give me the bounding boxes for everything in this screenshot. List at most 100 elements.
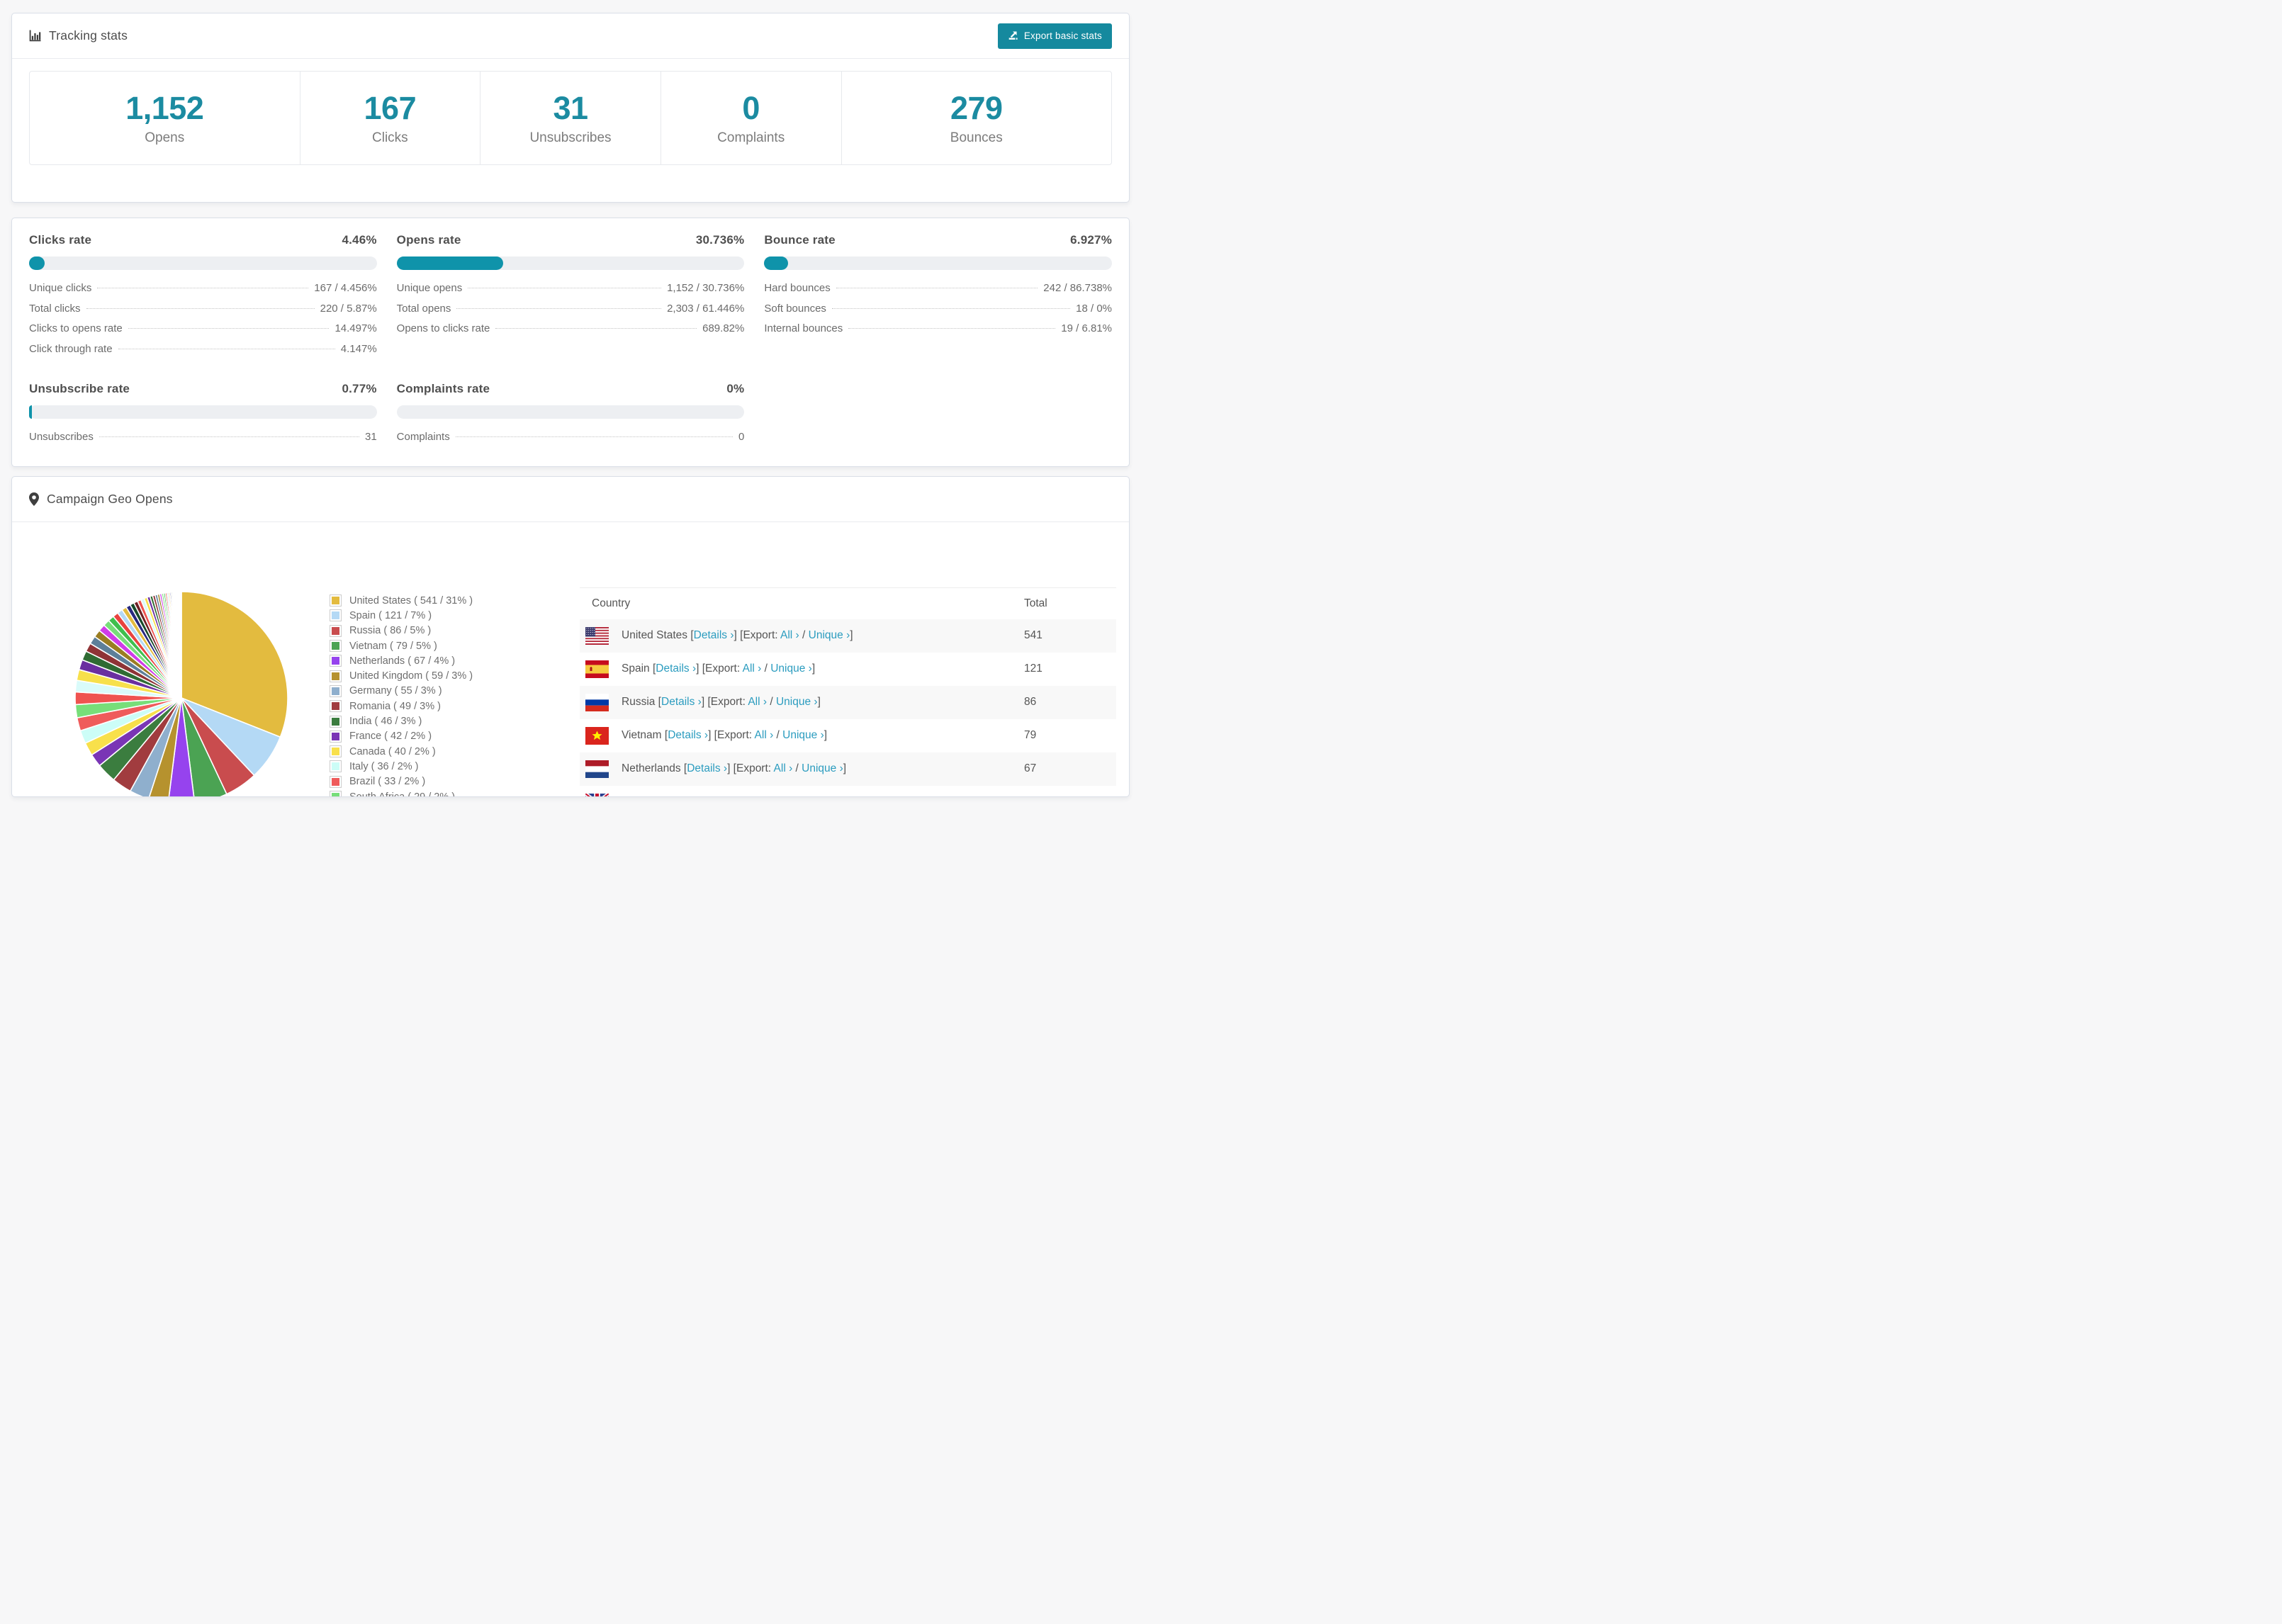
export-basic-stats-button[interactable]: Export basic stats — [997, 23, 1112, 49]
rate-section-opens-rate: Opens rate 30.736% Unique opens 1,152 / … — [396, 233, 745, 363]
legend-label: Spain ( 121 / 7% ) — [349, 609, 432, 621]
ru-flag-icon — [585, 693, 609, 711]
country-total: 79 — [1024, 729, 1037, 741]
export-all-link[interactable]: All › — [755, 729, 774, 741]
details-link[interactable]: Details › — [706, 796, 746, 797]
stat-value: 167 — [364, 90, 417, 126]
legend-label: Russia ( 86 / 5% ) — [349, 625, 432, 637]
geo-content: United States ( 541 / 31% ) Spain ( 121 … — [12, 522, 1129, 797]
geo-table-row-us: United States [Details ›] [Export: All ›… — [580, 619, 1116, 653]
dotted-leader — [495, 328, 697, 329]
country-total: 541 — [1024, 629, 1042, 641]
details-link[interactable]: Details › — [661, 696, 702, 708]
stat-label: Complaints — [717, 130, 785, 145]
legend-swatch — [330, 760, 342, 773]
rate-detail-row: Hard bounces 242 / 86.738% — [764, 282, 1112, 303]
stat-value: 1,152 — [125, 90, 204, 126]
legend-swatch — [330, 624, 342, 637]
rate-title: Bounce rate — [764, 233, 836, 247]
details-link[interactable]: Details › — [694, 629, 734, 641]
rate-detail-value: 1,152 / 30.736% — [667, 282, 745, 294]
geo-table-wrap: Country Total United States [Details ›] … — [580, 587, 1116, 797]
rate-detail-row: Unique clicks 167 / 4.456% — [29, 282, 377, 303]
export-unique-link[interactable]: Unique › — [821, 796, 862, 797]
rate-detail-label: Unique opens — [396, 282, 463, 294]
map-pin-icon — [29, 492, 39, 506]
rate-detail-value: 167 / 4.456% — [314, 282, 377, 294]
geo-table-row-es: Spain [Details ›] [Export: All › / Uniqu… — [580, 653, 1116, 686]
legend-label: Italy ( 36 / 2% ) — [349, 760, 419, 772]
export-unique-link[interactable]: Unique › — [776, 696, 818, 708]
stat-label: Bounces — [950, 130, 1003, 145]
legend-swatch — [330, 640, 342, 653]
rate-section-clicks-rate: Clicks rate 4.46% Unique clicks 167 / 4.… — [29, 233, 377, 363]
rate-value: 0.77% — [342, 382, 377, 395]
details-link[interactable]: Details › — [668, 729, 708, 741]
legend-swatch — [330, 791, 342, 796]
rate-progress-fill — [29, 405, 33, 419]
stats-summary-row: 1,152 Opens 167 Clicks 31 Unsubscribes 0… — [29, 71, 1112, 165]
rate-detail-row: Total clicks 220 / 5.87% — [29, 303, 377, 323]
rate-progress-bar — [396, 256, 745, 270]
rate-progress-fill — [396, 256, 504, 270]
rate-detail-value: 0 — [738, 431, 745, 443]
rate-detail-value: 31 — [364, 431, 377, 443]
export-unique-link[interactable]: Unique › — [770, 662, 812, 675]
legend-label: Vietnam ( 79 / 5% ) — [349, 640, 437, 652]
stat-cell-opens: 1,152 Opens — [30, 72, 300, 164]
geo-table-header-row: Country Total — [580, 588, 1116, 619]
export-unique-link[interactable]: Unique › — [782, 729, 824, 741]
rates-card: Clicks rate 4.46% Unique clicks 167 / 4.… — [11, 218, 1130, 467]
rate-detail-row: Soft bounces 18 / 0% — [764, 303, 1112, 323]
rate-section-unsubscribe-rate: Unsubscribe rate 0.77% Unsubscribes 31 — [29, 382, 377, 451]
stat-cell-bounces: 279 Bounces — [841, 72, 1112, 164]
legend-label: Germany ( 55 / 3% ) — [349, 685, 442, 697]
details-link[interactable]: Details › — [687, 762, 727, 774]
rates-row-1: Clicks rate 4.46% Unique clicks 167 / 4.… — [29, 233, 1113, 363]
rate-progress-bar — [29, 405, 377, 419]
rate-detail-value: 19 / 6.81% — [1061, 322, 1113, 334]
export-all-link[interactable]: All › — [743, 662, 762, 675]
stat-value: 0 — [742, 90, 760, 126]
export-all-link[interactable]: All › — [774, 762, 793, 774]
rate-detail-row: Clicks to opens rate 14.497% — [29, 322, 377, 343]
rate-detail-label: Soft bounces — [764, 302, 826, 315]
stat-label: Clicks — [372, 130, 408, 145]
rate-detail-value: 689.82% — [702, 322, 745, 334]
legend-label: United Kingdom ( 59 / 3% ) — [349, 670, 473, 682]
export-all-link[interactable]: All › — [780, 629, 799, 641]
country-total: 121 — [1024, 662, 1042, 675]
legend-label: France ( 42 / 2% ) — [349, 731, 432, 743]
stat-cell-unsubscribes: 31 Unsubscribes — [480, 72, 661, 164]
geo-opens-pie-chart — [74, 591, 288, 796]
export-icon — [1008, 30, 1018, 43]
rate-detail-label: Opens to clicks rate — [396, 322, 490, 334]
geo-table-row-ru: Russia [Details ›] [Export: All › / Uniq… — [580, 685, 1116, 719]
legend-item-russia: Russia ( 86 / 5% ) — [330, 624, 473, 638]
export-all-link[interactable]: All › — [792, 796, 811, 797]
bar-chart-icon — [29, 30, 41, 42]
legend-item-vietnam: Vietnam ( 79 / 5% ) — [330, 638, 473, 653]
legend-item-germany: Germany ( 55 / 3% ) — [330, 684, 473, 699]
es-flag-icon — [585, 660, 609, 678]
export-all-link[interactable]: All › — [748, 696, 767, 708]
rate-detail-label: Click through rate — [29, 342, 113, 355]
legend-item-south-africa: South Africa ( 29 / 2% ) — [330, 789, 473, 796]
rate-progress-bar — [29, 256, 377, 270]
rate-title: Complaints rate — [396, 382, 490, 395]
rate-section-complaints-rate: Complaints rate 0% Complaints 0 — [396, 382, 745, 451]
country-total: 86 — [1024, 696, 1037, 708]
legend-swatch — [330, 715, 342, 728]
rate-progress-bar — [396, 405, 745, 419]
legend-swatch — [330, 700, 342, 713]
geo-table-row-gb: United Kingdom [Details ›] [Export: All … — [580, 786, 1116, 797]
rate-detail-label: Total clicks — [29, 302, 81, 315]
export-unique-link[interactable]: Unique › — [802, 762, 843, 774]
geo-table-row-vn: Vietnam [Details ›] [Export: All › / Uni… — [580, 719, 1116, 752]
rate-detail-row: Internal bounces 19 / 6.81% — [764, 322, 1112, 343]
export-unique-link[interactable]: Unique › — [809, 629, 850, 641]
rate-detail-value: 14.497% — [335, 322, 377, 334]
rate-progress-bar — [764, 256, 1113, 270]
details-link[interactable]: Details › — [656, 662, 696, 675]
rate-title: Opens rate — [396, 233, 461, 247]
